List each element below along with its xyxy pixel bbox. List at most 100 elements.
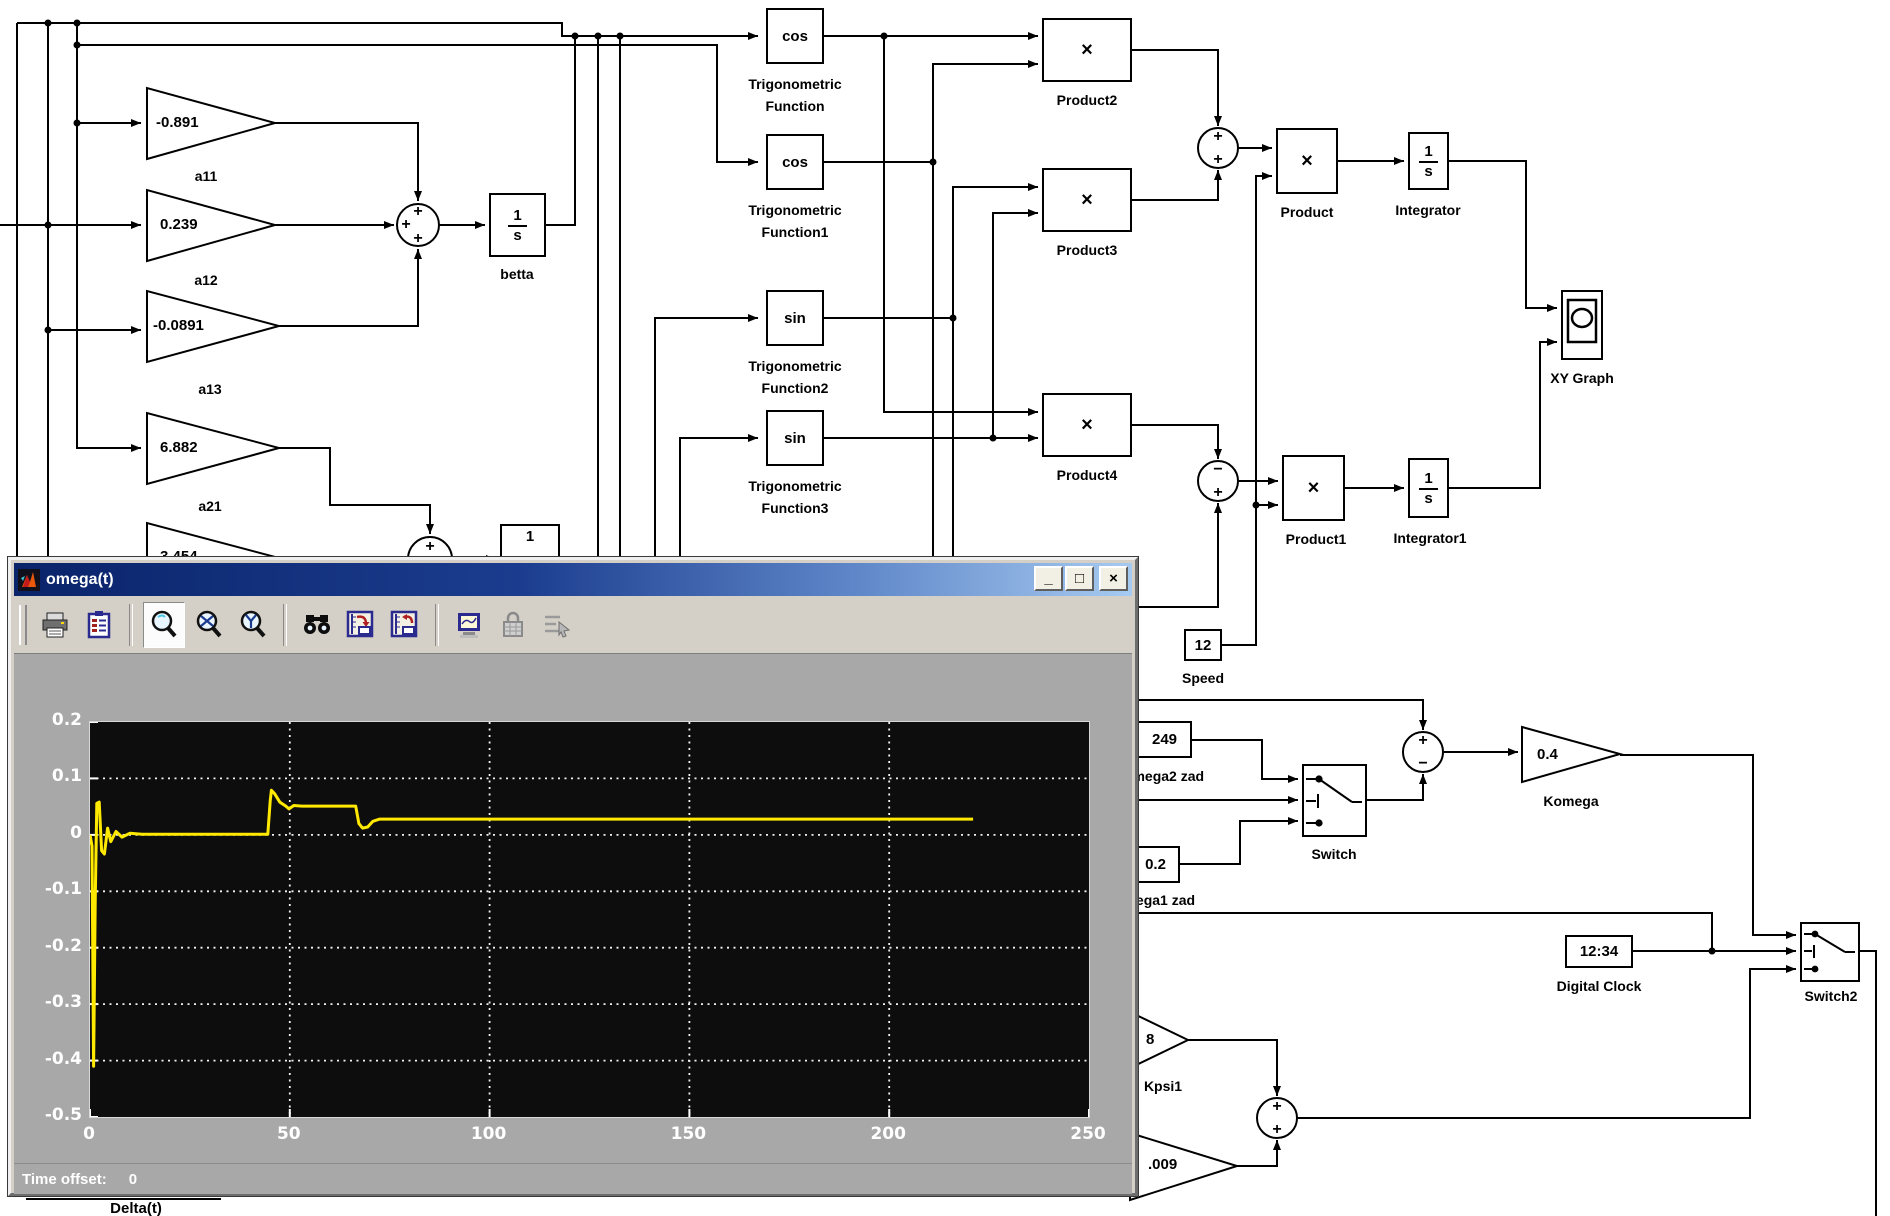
sum3-sign-bottom: + (1213, 152, 1222, 168)
product1-symbol: × (1308, 477, 1320, 500)
integrator1-label: Integrator1 (1393, 530, 1466, 546)
gain-k009-value[interactable]: .009 (1148, 1156, 1177, 1173)
scope-plot[interactable] (89, 721, 1090, 1118)
integrator-block[interactable]: 1s (1408, 132, 1449, 190)
gain-a11-label: a11 (195, 168, 218, 184)
gain-komega-value[interactable]: 0.4 (1537, 746, 1558, 763)
trig-function2-block[interactable]: sin (766, 290, 824, 346)
trig1-label2: Function1 (762, 224, 829, 240)
time-offset-value: 0 (129, 1171, 137, 1188)
product2-block[interactable]: × (1042, 18, 1132, 82)
product4-symbol: × (1081, 414, 1093, 437)
sum1-sign-top: + (413, 204, 422, 220)
integrator-betta-label: betta (500, 266, 533, 282)
omega1zad-constant-block[interactable]: 0.2 (1131, 846, 1180, 883)
y-tick-label: 0 (30, 823, 82, 843)
zoom-x-icon[interactable] (189, 603, 229, 647)
x-tick-label: 150 (658, 1124, 718, 1144)
scope-window[interactable]: omega(t) _ □ × (8, 557, 1138, 1196)
trig1-label1: Trigonometric (748, 202, 841, 218)
gain-a12-value[interactable]: 0.239 (160, 216, 198, 233)
trig3-label1: Trigonometric (748, 478, 841, 494)
xy-graph-label: XY Graph (1550, 370, 1614, 386)
product4-label: Product4 (1057, 467, 1118, 483)
y-tick-label: -0.4 (30, 1049, 82, 1069)
product3-label: Product3 (1057, 242, 1118, 258)
integrator1-num: 1 (1419, 470, 1437, 490)
matlab-icon (18, 569, 40, 591)
save-axes-icon[interactable] (341, 603, 381, 647)
product2-label: Product2 (1057, 92, 1118, 108)
trig3-label2: Function3 (762, 500, 829, 516)
y-tick-label: 0.1 (30, 766, 82, 786)
close-button[interactable]: × (1099, 566, 1128, 591)
trig-function1-block[interactable]: cos (766, 134, 824, 190)
gain-a21-label: a21 (198, 498, 221, 514)
sum5-sign-top: + (1418, 733, 1427, 749)
product4-block[interactable]: × (1042, 393, 1132, 457)
simulink-model-canvas: -0.891 a11 0.239 a12 -0.0891 a13 6.882 a… (0, 0, 1890, 1216)
integrator-label: Integrator (1395, 202, 1460, 218)
gain-a11-value[interactable]: -0.891 (156, 114, 199, 131)
omega1zad-value: 0.2 (1145, 856, 1166, 873)
switch-block[interactable] (1302, 764, 1367, 837)
hidden-num: 1 (526, 528, 534, 545)
properties-icon[interactable] (449, 603, 489, 647)
scope-toolbar (14, 596, 1132, 654)
xy-graph-block[interactable] (1561, 290, 1603, 360)
omega2zad-value: 249 (1152, 731, 1177, 748)
y-tick-label: -0.2 (30, 936, 82, 956)
speed-constant-block[interactable]: 12 (1184, 629, 1222, 661)
scope-figure-area: 0.20.10-0.1-0.2-0.3-0.4-0.5 050100150200… (14, 654, 1132, 1163)
gain-a21-value[interactable]: 6.882 (160, 439, 198, 456)
omega2zad-constant-block[interactable]: 249 (1137, 721, 1192, 758)
digital-clock-block[interactable]: 12:34 (1565, 935, 1633, 968)
toolbar-grip[interactable] (19, 605, 27, 645)
zoom-y-icon[interactable] (233, 603, 273, 647)
trig2-fn: sin (784, 310, 806, 327)
trig2-label1: Trigonometric (748, 358, 841, 374)
integrator-num: 1 (1419, 143, 1437, 163)
scope-chart (90, 722, 1089, 1117)
printer-icon[interactable] (35, 603, 75, 647)
integrator-den: s (1424, 163, 1432, 180)
gain-kpsi1-value[interactable]: 8 (1146, 1031, 1154, 1048)
integrator-betta-block[interactable]: 1s (489, 193, 546, 257)
time-offset-label: Time offset: (22, 1171, 107, 1188)
trig-function3-block[interactable]: sin (766, 410, 824, 466)
lock-axes-icon[interactable] (493, 603, 533, 647)
zoom-icon[interactable] (143, 602, 185, 648)
x-tick-label: 100 (459, 1124, 519, 1144)
product3-block[interactable]: × (1042, 168, 1132, 232)
autoscale-icon[interactable] (297, 603, 337, 647)
sum1-sign-bottom: + (413, 231, 422, 247)
maximize-button[interactable]: □ (1065, 566, 1094, 591)
product-block[interactable]: × (1276, 128, 1338, 194)
product1-block[interactable]: × (1282, 455, 1345, 521)
trig1-fn: cos (782, 154, 808, 171)
integrator1-block[interactable]: 1s (1408, 458, 1449, 518)
trig-label2: Function (765, 98, 824, 114)
gain-a13-value[interactable]: -0.0891 (153, 317, 204, 334)
trig3-fn: sin (784, 430, 806, 447)
xy-graph-icon (1563, 292, 1601, 358)
sum6-sign-top: + (1272, 1099, 1281, 1115)
speed-label: Speed (1182, 670, 1224, 686)
product-symbol: × (1301, 150, 1313, 173)
parameters-icon[interactable] (79, 603, 119, 647)
trig-function-block[interactable]: cos (766, 8, 824, 64)
restore-axes-icon[interactable] (385, 603, 425, 647)
switch2-block[interactable] (1800, 922, 1860, 982)
y-tick-label: 0.2 (30, 710, 82, 730)
sum2-sign-top: + (425, 539, 434, 555)
sum5-sign-bottom: − (1418, 756, 1427, 772)
gain-kpsi1-label: Kpsi1 (1144, 1078, 1182, 1094)
window-title: omega(t) (46, 571, 114, 589)
toolbar-separator (283, 604, 287, 646)
y-tick-label: -0.5 (30, 1105, 82, 1125)
minimize-button[interactable]: _ (1034, 566, 1063, 591)
switch2-icon (1802, 924, 1858, 980)
titlebar[interactable]: omega(t) _ □ × (14, 563, 1132, 596)
switch-icon (1304, 766, 1365, 835)
signal-selection-icon[interactable] (537, 603, 577, 647)
